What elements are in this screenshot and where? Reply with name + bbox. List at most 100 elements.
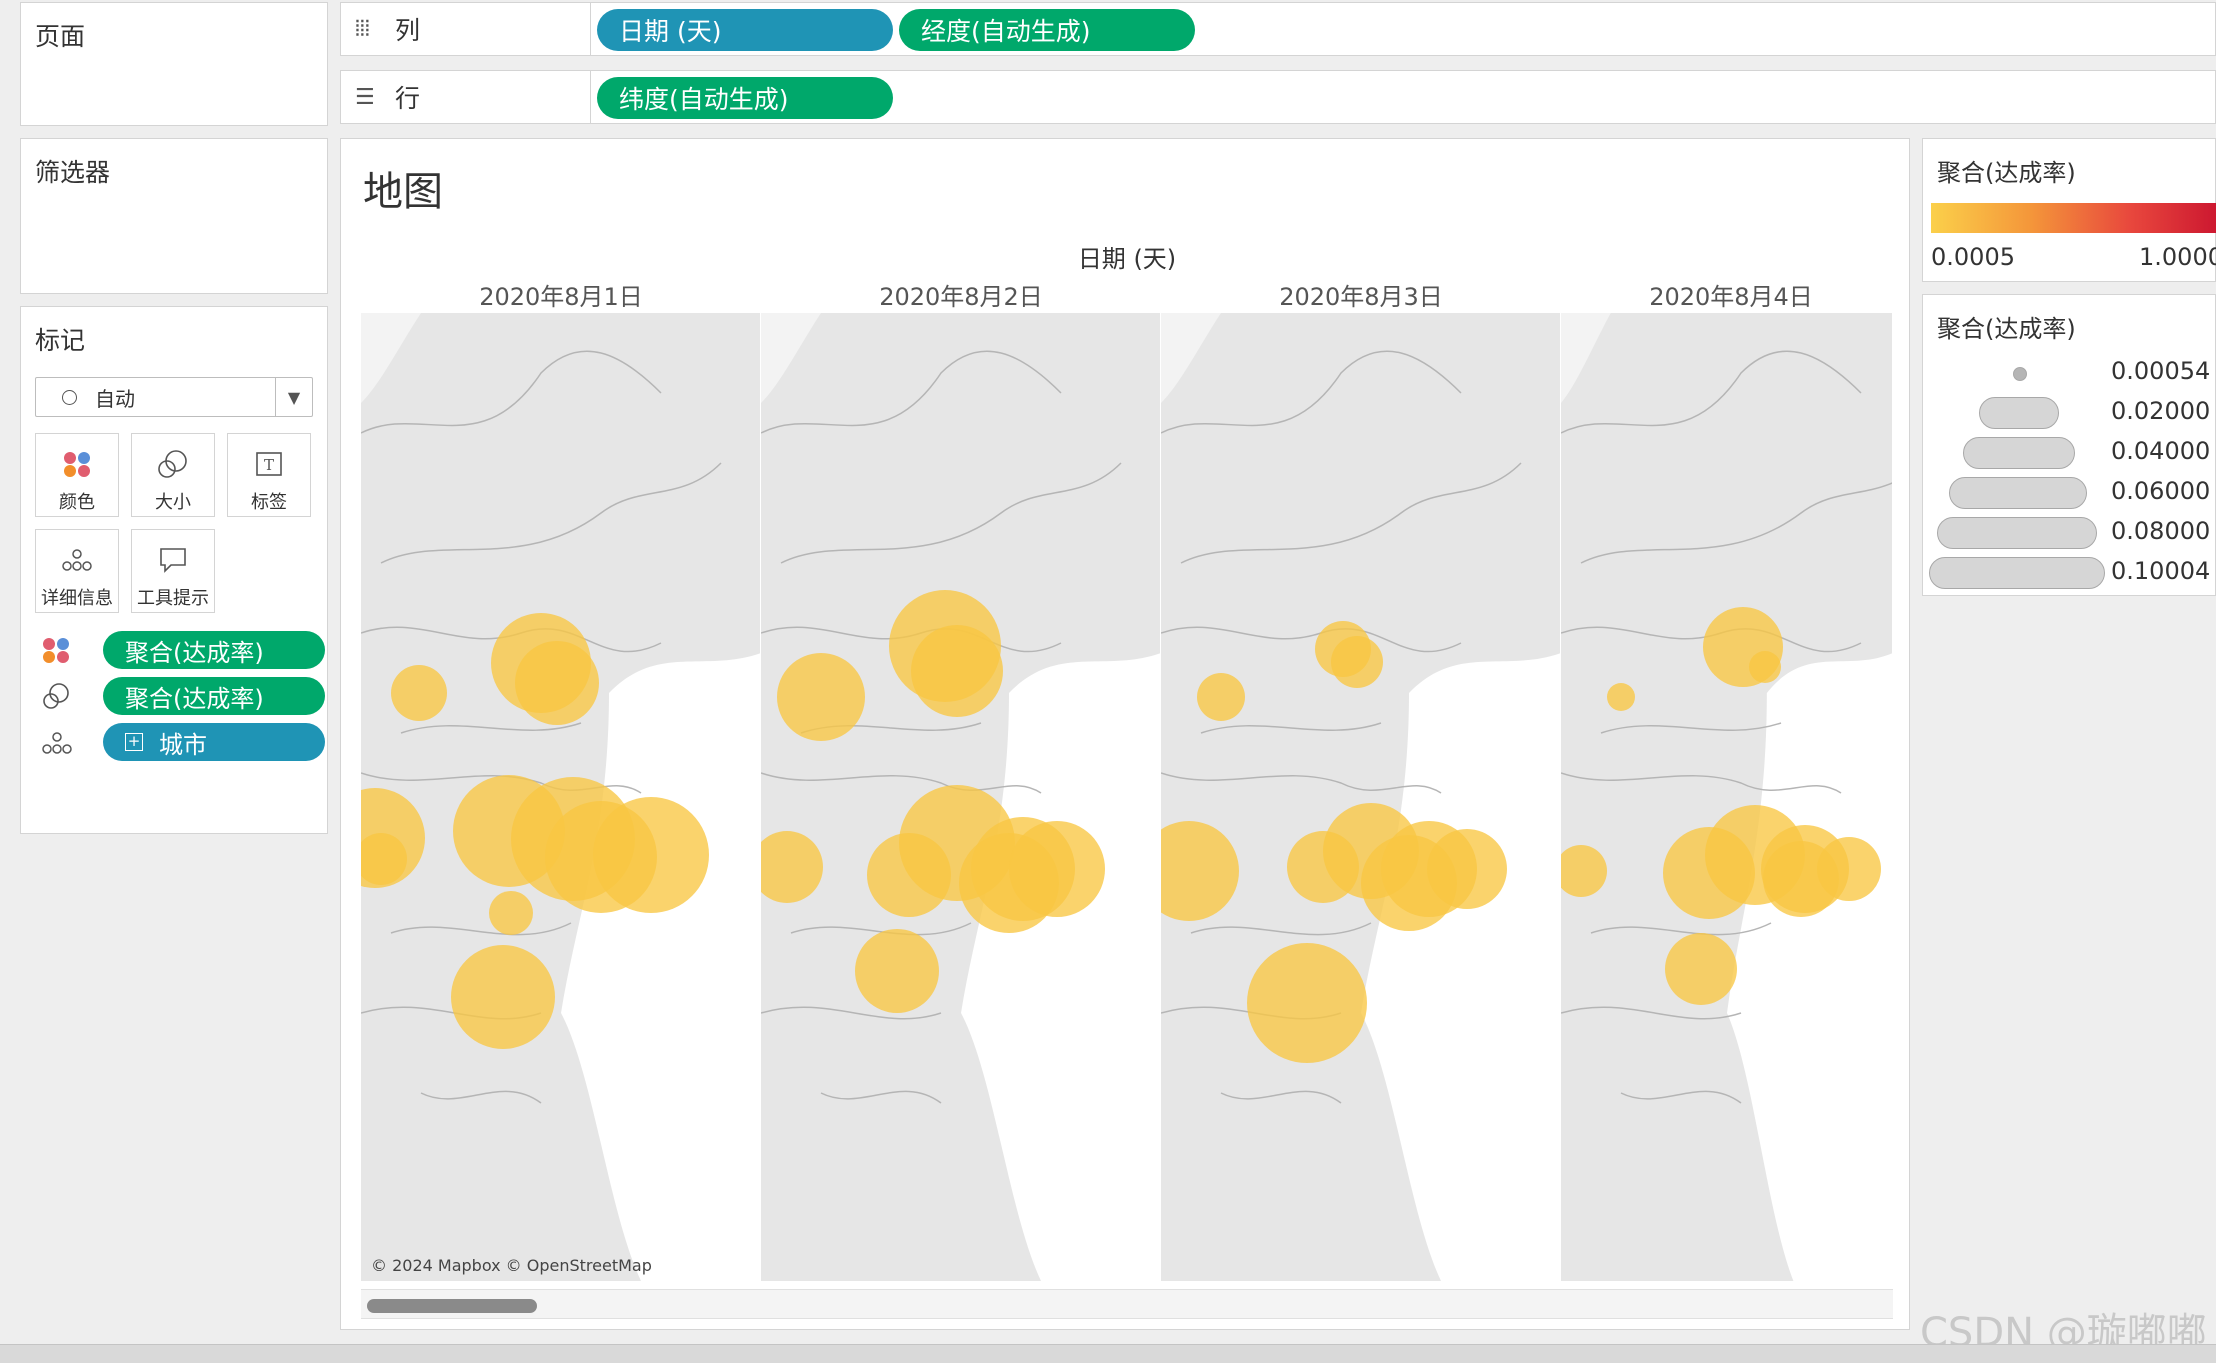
pages-card[interactable]: 页面 bbox=[20, 2, 328, 126]
day-header-2[interactable]: 2020年8月2日 bbox=[761, 277, 1161, 313]
size-legend-item[interactable]: 0.00054 bbox=[1923, 353, 2216, 393]
rows-shelf-label: ☰ 行 bbox=[341, 71, 591, 123]
city-marker[interactable] bbox=[1817, 837, 1881, 901]
sheet-tab-bar[interactable] bbox=[0, 1344, 2216, 1363]
city-marker[interactable] bbox=[1331, 636, 1383, 688]
province-border bbox=[761, 772, 1042, 794]
map-pane-day-2[interactable] bbox=[761, 313, 1161, 1281]
map-svg-2 bbox=[761, 313, 1160, 1281]
map-pane-day-3[interactable] bbox=[1161, 313, 1561, 1281]
pill-latitude[interactable]: 纬度(自动生成) bbox=[597, 77, 893, 119]
pages-title: 页面 bbox=[35, 22, 86, 51]
map-pane-day-1[interactable]: © 2024 Mapbox © OpenStreetMap bbox=[361, 313, 761, 1281]
rows-label-text: 行 bbox=[395, 84, 421, 113]
rows-shelf[interactable]: ☰ 行 纬度(自动生成) bbox=[340, 70, 2216, 124]
marks-field-detail[interactable]: + 城市 bbox=[41, 723, 325, 763]
province-border bbox=[780, 462, 1122, 564]
size-icon bbox=[156, 444, 190, 484]
province-border bbox=[1580, 482, 1892, 564]
province-border bbox=[1561, 1006, 1742, 1020]
marks-field-color[interactable]: 聚合(达成率) bbox=[41, 631, 325, 671]
map-pane-day-4[interactable] bbox=[1561, 313, 1893, 1281]
city-marker[interactable] bbox=[489, 891, 533, 935]
size-button[interactable]: 大小 bbox=[131, 433, 215, 517]
text-label-icon: T bbox=[254, 444, 284, 484]
city-marker[interactable] bbox=[761, 831, 823, 903]
svg-text:T: T bbox=[264, 456, 274, 474]
size-legend-item[interactable]: 0.04000 bbox=[1923, 433, 2216, 473]
label-button[interactable]: T 标签 bbox=[227, 433, 311, 517]
horizontal-scrollbar[interactable] bbox=[361, 1289, 1893, 1319]
city-marker[interactable] bbox=[1561, 845, 1607, 897]
sea-area bbox=[961, 653, 1160, 1281]
marks-field-size[interactable]: 聚合(达成率) bbox=[41, 677, 325, 717]
city-marker[interactable] bbox=[1427, 829, 1507, 909]
chevron-down-icon[interactable]: ▼ bbox=[275, 378, 312, 416]
city-marker[interactable] bbox=[515, 641, 599, 725]
detail-button[interactable]: 详细信息 bbox=[35, 529, 119, 613]
filters-title: 筛选器 bbox=[35, 158, 111, 187]
pill-longitude[interactable]: 经度(自动生成) bbox=[899, 9, 1195, 51]
city-marker[interactable] bbox=[855, 929, 939, 1013]
color-gradient-bar bbox=[1931, 203, 2216, 233]
mark-type-dropdown[interactable]: 自动 ▼ bbox=[35, 377, 313, 417]
field-pill-city[interactable]: + 城市 bbox=[103, 723, 325, 761]
day-header-4[interactable]: 2020年8月4日 bbox=[1561, 277, 1901, 313]
city-marker[interactable] bbox=[451, 945, 555, 1049]
city-marker[interactable] bbox=[391, 665, 447, 721]
sea-area bbox=[1361, 653, 1560, 1281]
size-icon bbox=[41, 683, 73, 711]
size-legend-item[interactable]: 0.10004 bbox=[1923, 553, 2216, 593]
field-pill-size[interactable]: 聚合(达成率) bbox=[103, 677, 325, 715]
size-legend-value: 0.00054 bbox=[2111, 357, 2211, 385]
province-border bbox=[420, 1090, 542, 1104]
size-legend[interactable]: 聚合(达成率) 0.00054 0.02000 0.04000 0.06000 … bbox=[1922, 294, 2216, 596]
day-header-1[interactable]: 2020年8月1日 bbox=[361, 277, 761, 313]
map-svg-4 bbox=[1561, 313, 1892, 1281]
pill-date-day[interactable]: 日期 (天) bbox=[597, 9, 893, 51]
color-button[interactable]: 颜色 bbox=[35, 433, 119, 517]
city-marker[interactable] bbox=[777, 653, 865, 741]
size-legend-item[interactable]: 0.08000 bbox=[1923, 513, 2216, 553]
province-border bbox=[380, 462, 722, 564]
filters-card[interactable]: 筛选器 bbox=[20, 138, 328, 294]
city-marker[interactable] bbox=[1197, 673, 1245, 721]
size-legend-value: 0.04000 bbox=[2111, 437, 2211, 465]
size-legend-value: 0.10004 bbox=[2111, 557, 2211, 585]
city-marker[interactable] bbox=[1161, 821, 1239, 921]
field-pill-color[interactable]: 聚合(达成率) bbox=[103, 631, 325, 669]
city-marker[interactable] bbox=[1749, 651, 1781, 683]
city-marker[interactable] bbox=[1247, 943, 1367, 1063]
city-marker[interactable] bbox=[1009, 821, 1105, 917]
columns-icon: ⦙⦙⦙ bbox=[355, 16, 370, 42]
viz-title: 地图 bbox=[363, 169, 443, 215]
city-marker[interactable] bbox=[1607, 683, 1635, 711]
color-legend-title: 聚合(达成率) bbox=[1937, 159, 2076, 187]
map-patch bbox=[761, 313, 821, 403]
color-legend[interactable]: 聚合(达成率) 0.0005 1.0000 bbox=[1922, 138, 2216, 282]
size-legend-item[interactable]: 0.06000 bbox=[1923, 473, 2216, 513]
province-border bbox=[361, 350, 662, 434]
map-svg-3 bbox=[1161, 313, 1560, 1281]
color-icon bbox=[41, 637, 73, 665]
city-marker[interactable] bbox=[1665, 933, 1737, 1005]
tooltip-button[interactable]: 工具提示 bbox=[131, 529, 215, 613]
marks-card[interactable]: 标记 自动 ▼ 颜色 大小 T 标签 详细信息 工具提示 聚合(达成率) 聚合(… bbox=[20, 306, 328, 834]
expand-plus-icon[interactable]: + bbox=[125, 733, 143, 751]
circle-mark-icon bbox=[62, 389, 77, 405]
label-button-label: 标签 bbox=[251, 492, 287, 513]
size-legend-item[interactable]: 0.02000 bbox=[1923, 393, 2216, 433]
city-marker[interactable] bbox=[911, 625, 1003, 717]
day-header-3[interactable]: 2020年8月3日 bbox=[1161, 277, 1561, 313]
sea-area bbox=[1727, 653, 1892, 1281]
map-attribution[interactable]: © 2024 Mapbox © OpenStreetMap bbox=[371, 1256, 652, 1275]
map-patch bbox=[1161, 313, 1221, 403]
scrollbar-thumb[interactable] bbox=[367, 1299, 537, 1313]
map-patch bbox=[361, 313, 421, 403]
province-border bbox=[1180, 462, 1522, 564]
column-field-header: 日期 (天) bbox=[1077, 245, 1177, 273]
province-border bbox=[1600, 722, 1782, 734]
mark-type-value: 自动 bbox=[95, 386, 135, 411]
columns-shelf[interactable]: ⦙⦙⦙ 列 日期 (天) 经度(自动生成) bbox=[340, 2, 2216, 56]
city-marker[interactable] bbox=[593, 797, 709, 913]
